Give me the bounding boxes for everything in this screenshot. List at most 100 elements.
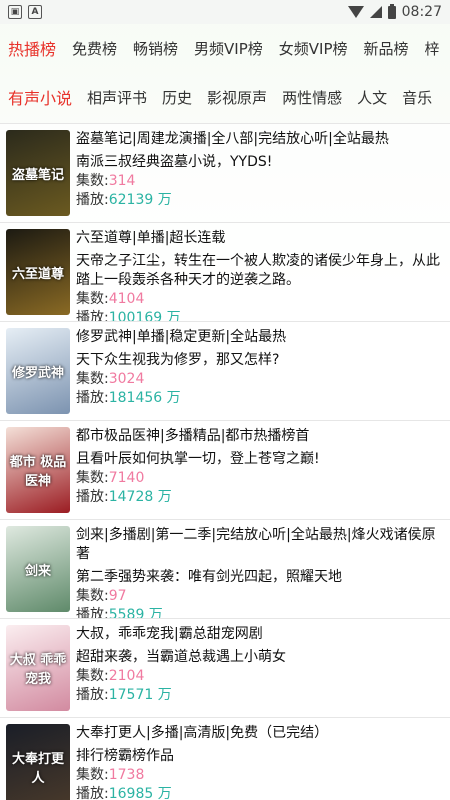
book-info: 六至道尊|单播|超长连载 天帝之子江尘，转生在一个被人欺凌的诸侯少年身上，从此踏上… bbox=[76, 229, 444, 321]
count-label: 集数: bbox=[76, 371, 109, 387]
book-cover[interactable]: 修罗武神 bbox=[6, 328, 70, 414]
play-label: 播放: bbox=[76, 310, 109, 321]
cover-text: 都市 极品医神 bbox=[9, 455, 67, 489]
book-item[interactable]: 大奉打更人 大奉打更人|多播|高清版|免费（已完结） 排行榜霸榜作品 集数:1738 播… bbox=[0, 717, 450, 800]
app-notification-icon: A bbox=[28, 5, 42, 19]
play-unit: 万 bbox=[153, 687, 172, 703]
play-count: 播放:62139 万 bbox=[76, 191, 444, 210]
rank-tab[interactable]: 畅销榜 bbox=[133, 38, 178, 59]
play-count: 播放:100169 万 bbox=[76, 309, 444, 321]
book-description: 南派三叔经典盗墓小说，YYDS! bbox=[76, 154, 273, 170]
count-value: 4104 bbox=[108, 291, 145, 307]
book-description: 超甜来袭，当霸道总裁遇上小萌女 bbox=[76, 649, 286, 665]
play-label: 播放: bbox=[76, 607, 109, 618]
book-title[interactable]: 六至道尊|单播|超长连载 bbox=[76, 229, 444, 248]
book-item[interactable]: 剑来 剑来|多播剧|第一二季|完结放心听|全站最热|烽火戏诸侯原著 第二季强势来袭：… bbox=[0, 519, 450, 618]
book-info: 修罗武神|单播|稳定更新|全站最热 天下众生视我为修罗，那又怎样? 集数:3024 播… bbox=[76, 328, 444, 420]
book-item[interactable]: 修罗武神 修罗武神|单播|稳定更新|全站最热 天下众生视我为修罗，那又怎样? 集数:3… bbox=[0, 321, 450, 420]
play-label: 播放: bbox=[76, 390, 109, 406]
book-description: 且看叶辰如何执掌一切，登上苍穹之巅! bbox=[76, 451, 320, 467]
book-info: 都市极品医神|多播精品|都市热播榜首 且看叶辰如何执掌一切，登上苍穹之巅! 集数:7… bbox=[76, 427, 444, 519]
play-label: 播放: bbox=[76, 489, 109, 505]
book-cover[interactable]: 剑来 bbox=[6, 526, 70, 612]
play-unit: 万 bbox=[144, 607, 163, 618]
play-value: 5589 bbox=[108, 607, 145, 618]
book-list[interactable]: 盗墓笔记 盗墓笔记|周建龙演播|全八部|完结放心听|全站最热 南派三叔经典盗墓小说，… bbox=[0, 123, 450, 800]
book-title[interactable]: 修罗武神|单播|稳定更新|全站最热 bbox=[76, 328, 444, 347]
image-notification-icon: ▣ bbox=[8, 5, 22, 19]
cover-text: 大奉打更人 bbox=[11, 752, 64, 786]
ranking-tabs: 热播榜 免费榜 畅销榜 男频VIP榜 女频VIP榜 新品榜梓 bbox=[0, 24, 450, 72]
book-cover[interactable]: 六至道尊 bbox=[6, 229, 70, 315]
book-title[interactable]: 大奉打更人|多播|高清版|免费（已完结） bbox=[76, 724, 444, 743]
book-cover[interactable]: 大奉打更人 bbox=[6, 724, 70, 800]
book-item[interactable]: 六至道尊 六至道尊|单播|超长连载 天帝之子江尘，转生在一个被人欺凌的诸侯少年身上，… bbox=[0, 222, 450, 321]
book-cover[interactable]: 大叔 乖乖宠我 bbox=[6, 625, 70, 711]
category-tabs: 有声小说 相声评书 历史 影视原声 两性情感 人文 音乐 bbox=[0, 72, 450, 122]
play-unit: 万 bbox=[162, 390, 181, 406]
rank-tab[interactable]: 男频VIP榜 bbox=[194, 38, 263, 59]
count-value: 1738 bbox=[108, 767, 145, 783]
category-tab[interactable]: 两性情感 bbox=[282, 87, 342, 108]
play-count: 播放:16985 万 bbox=[76, 785, 444, 800]
rank-tab[interactable]: 热播榜 bbox=[8, 36, 56, 60]
book-info: 大奉打更人|多播|高清版|免费（已完结） 排行榜霸榜作品 集数:1738 播放:169… bbox=[76, 724, 444, 800]
book-title[interactable]: 盗墓笔记|周建龙演播|全八部|完结放心听|全站最热 bbox=[76, 130, 444, 149]
status-indicators: 08:27 bbox=[347, 3, 442, 20]
status-time: 08:27 bbox=[401, 4, 442, 20]
play-value: 181456 bbox=[108, 390, 163, 406]
play-count: 播放:181456 万 bbox=[76, 389, 444, 408]
episode-count: 集数:7140 bbox=[76, 469, 444, 488]
rank-tab[interactable]: 梓 bbox=[425, 38, 440, 59]
play-value: 16985 bbox=[108, 786, 154, 800]
book-info: 大叔，乖乖宠我|霸总甜宠网剧 超甜来袭，当霸道总裁遇上小萌女集数:2104 播放:1… bbox=[76, 625, 444, 717]
book-title[interactable]: 剑来|多播剧|第一二季|完结放心听|全站最热|烽火戏诸侯原著 bbox=[76, 526, 444, 564]
play-value: 14728 bbox=[108, 489, 154, 505]
category-tab[interactable]: 人文 bbox=[357, 87, 387, 108]
play-value: 17571 bbox=[108, 687, 154, 703]
book-item[interactable]: 盗墓笔记 盗墓笔记|周建龙演播|全八部|完结放心听|全站最热 南派三叔经典盗墓小说，… bbox=[0, 123, 450, 222]
episode-count: 集数:1738 bbox=[76, 766, 444, 785]
rank-tab[interactable]: 新品榜 bbox=[364, 38, 409, 59]
play-unit: 万 bbox=[153, 192, 172, 208]
category-tab[interactable]: 音乐 bbox=[402, 87, 432, 108]
cover-text: 剑来 bbox=[24, 563, 51, 579]
play-label: 播放: bbox=[76, 192, 109, 208]
book-title[interactable]: 都市极品医神|多播精品|都市热播榜首 bbox=[76, 427, 444, 446]
play-count: 播放:5589 万 bbox=[76, 606, 444, 618]
status-bar: ▣ A 08:27 bbox=[0, 0, 450, 24]
category-tab[interactable]: 相声评书 bbox=[87, 87, 147, 108]
play-unit: 万 bbox=[153, 786, 172, 800]
book-cover[interactable]: 盗墓笔记 bbox=[6, 130, 70, 216]
book-item[interactable]: 大叔 乖乖宠我 大叔，乖乖宠我|霸总甜宠网剧 超甜来袭，当霸道总裁遇上小萌女集数:2… bbox=[0, 618, 450, 717]
book-description: 排行榜霸榜作品 bbox=[76, 748, 174, 764]
count-value: 97 bbox=[108, 588, 127, 604]
book-info: 盗墓笔记|周建龙演播|全八部|完结放心听|全站最热 南派三叔经典盗墓小说，YYDS… bbox=[76, 130, 444, 222]
signal-icon bbox=[369, 6, 382, 18]
category-tab[interactable]: 历史 bbox=[162, 87, 192, 108]
cover-text: 六至道尊 bbox=[11, 266, 64, 282]
play-unit: 万 bbox=[153, 489, 172, 505]
book-item[interactable]: 都市 极品医神 都市极品医神|多播精品|都市热播榜首 且看叶辰如何执掌一切，登上苍穹… bbox=[0, 420, 450, 519]
category-tab[interactable]: 有声小说 bbox=[8, 85, 72, 109]
rank-tab[interactable]: 免费榜 bbox=[72, 38, 117, 59]
rank-tab[interactable]: 女频VIP榜 bbox=[279, 38, 348, 59]
episode-count: 集数:3024 bbox=[76, 370, 444, 389]
episode-count: 集数:2104 bbox=[76, 667, 444, 686]
battery-icon bbox=[387, 3, 396, 19]
play-label: 播放: bbox=[76, 786, 109, 800]
play-value: 62139 bbox=[108, 192, 154, 208]
book-title[interactable]: 大叔，乖乖宠我|霸总甜宠网剧 bbox=[76, 625, 444, 644]
play-unit: 万 bbox=[162, 310, 181, 321]
category-tab[interactable]: 影视原声 bbox=[207, 87, 267, 108]
status-notifications: ▣ A bbox=[8, 5, 42, 19]
count-label: 集数: bbox=[76, 173, 109, 189]
count-label: 集数: bbox=[76, 588, 109, 604]
episode-count: 集数:4104 bbox=[76, 290, 444, 309]
cover-text: 盗墓笔记 bbox=[11, 167, 64, 183]
book-cover[interactable]: 都市 极品医神 bbox=[6, 427, 70, 513]
play-count: 播放:17571 万 bbox=[76, 686, 444, 705]
play-label: 播放: bbox=[76, 687, 109, 703]
episode-count: 集数:97 bbox=[76, 587, 444, 606]
count-label: 集数: bbox=[76, 767, 109, 783]
